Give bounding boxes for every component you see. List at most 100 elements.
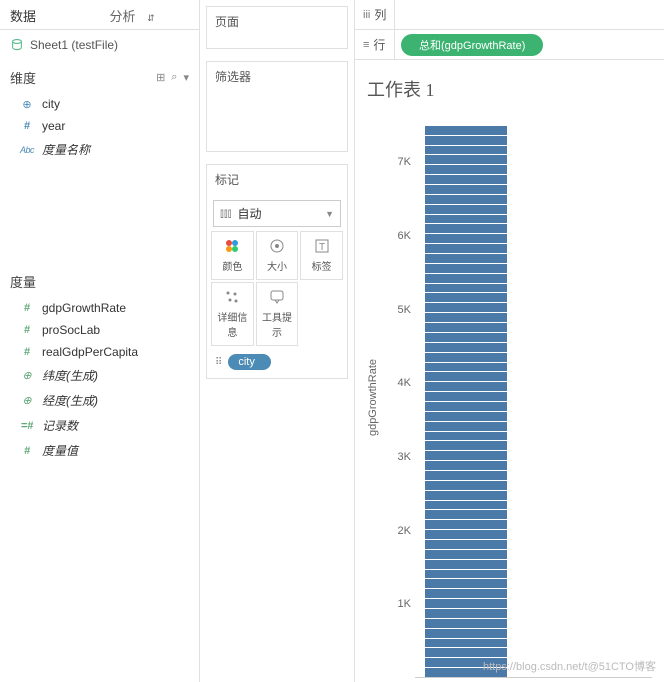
rows-shelf[interactable]: ≡行 总和(gdpGrowthRate) [355, 30, 664, 60]
bar-segment[interactable] [425, 283, 507, 293]
bar-segment[interactable] [425, 371, 507, 381]
marks-card: 标记 ⫾⫾⫾ 自动 ▼ 颜色 大小 [206, 164, 348, 379]
bar-segment[interactable] [425, 381, 507, 391]
measure-field[interactable]: ⊕经度(生成) [0, 388, 199, 413]
pages-card: 页面 [206, 6, 348, 49]
bar-segment[interactable] [425, 154, 507, 164]
bar-segment[interactable] [425, 273, 507, 283]
mark-detail-button[interactable]: 详细信息 [211, 282, 254, 346]
bar-segment[interactable] [425, 391, 507, 401]
y-tick: 2K [398, 525, 411, 537]
measure-field[interactable]: #gdpGrowthRate [0, 297, 199, 319]
bar-segment[interactable] [425, 569, 507, 579]
bar-segment[interactable] [425, 519, 507, 529]
bar-segment[interactable] [425, 588, 507, 598]
dimensions-header: 维度 ⊞ ⌕ ▾ [0, 60, 199, 91]
bar-segment[interactable] [425, 135, 507, 145]
bar-segment[interactable] [425, 332, 507, 342]
measure-field[interactable]: =#记录数 [0, 413, 199, 438]
bar-segment[interactable] [425, 194, 507, 204]
bar-segment[interactable] [425, 450, 507, 460]
columns-shelf[interactable]: iii列 [355, 0, 664, 30]
bar-segment[interactable] [425, 549, 507, 559]
y-tick: 5K [398, 304, 411, 316]
bar-segment[interactable] [425, 421, 507, 431]
bar-segment[interactable] [425, 470, 507, 480]
dimension-field[interactable]: ⊕city [0, 93, 199, 115]
measure-field[interactable]: ⊕纬度(生成) [0, 363, 199, 388]
dimension-field[interactable]: Abc度量名称 [0, 137, 199, 162]
bar-segment[interactable] [425, 263, 507, 273]
y-tick: 4K [398, 377, 411, 389]
bar-segment[interactable] [425, 647, 507, 657]
rows-pill[interactable]: 总和(gdpGrowthRate) [401, 34, 543, 56]
datasource-item[interactable]: Sheet1 (testFile) [0, 30, 199, 60]
measure-field[interactable]: #度量值 [0, 438, 199, 463]
y-axis: 1K2K3K4K5K6K7K [385, 118, 415, 678]
measure-field[interactable]: #proSocLab [0, 319, 199, 341]
bar-segment[interactable] [425, 598, 507, 608]
datasource-icon [10, 38, 24, 52]
mark-tooltip-button[interactable]: 工具提示 [256, 282, 299, 346]
mark-color-button[interactable]: 颜色 [211, 231, 254, 280]
dimension-field[interactable]: #year [0, 115, 199, 137]
bar-segment[interactable] [425, 223, 507, 233]
bar-segment[interactable] [425, 204, 507, 214]
tab-data[interactable]: 数据 [0, 0, 100, 29]
marks-color-pill[interactable]: ⠿ city [211, 350, 343, 374]
bar-segment[interactable] [425, 184, 507, 194]
columns-icon: iii [363, 9, 370, 21]
bar-segment[interactable] [425, 302, 507, 312]
mark-type-select[interactable]: ⫾⫾⫾ 自动 ▼ [213, 200, 341, 227]
menu-icon[interactable]: ▾ [183, 71, 189, 84]
bar-segment[interactable] [425, 539, 507, 549]
measure-field[interactable]: #realGdpPerCapita [0, 341, 199, 363]
search-icon[interactable]: ⌕ [171, 71, 177, 84]
bar-segment[interactable] [425, 628, 507, 638]
bar-segment[interactable] [425, 490, 507, 500]
bar-icon: ⫾⫾⫾ [220, 206, 232, 221]
tab-analysis[interactable]: 分析 ⇵ [100, 0, 200, 29]
chevron-down-icon: ▼ [325, 209, 334, 219]
bar-segment[interactable] [425, 559, 507, 569]
bar-segment[interactable] [425, 342, 507, 352]
mark-label-button[interactable]: T 标签 [300, 231, 343, 280]
bar-segment[interactable] [425, 460, 507, 470]
bar-segment[interactable] [425, 638, 507, 648]
bar-segment[interactable] [425, 578, 507, 588]
bar-segment[interactable] [425, 362, 507, 372]
y-tick: 6K [398, 230, 411, 242]
view-icon[interactable]: ⊞ [156, 71, 165, 84]
bar-segment[interactable] [425, 322, 507, 332]
bar-segment[interactable] [425, 243, 507, 253]
bar-segment[interactable] [425, 401, 507, 411]
bar-segment[interactable] [425, 312, 507, 322]
y-tick: 1K [398, 598, 411, 610]
bar-segment[interactable] [425, 411, 507, 421]
bar-segment[interactable] [425, 292, 507, 302]
detail-icon: ⠿ [215, 357, 222, 368]
bar-segment[interactable] [425, 125, 507, 135]
bar-segment[interactable] [425, 431, 507, 441]
bar-segment[interactable] [425, 529, 507, 539]
y-axis-label: gdpGrowthRate [367, 359, 379, 436]
data-analysis-tabs: 数据 分析 ⇵ [0, 0, 199, 30]
bar-segment[interactable] [425, 352, 507, 362]
bar-segment[interactable] [425, 440, 507, 450]
sheet-title: 工作表 1 [367, 76, 652, 102]
bar-segment[interactable] [425, 145, 507, 155]
bar-segment[interactable] [425, 618, 507, 628]
bar-segment[interactable] [425, 164, 507, 174]
bar-segment[interactable] [425, 253, 507, 263]
mark-size-button[interactable]: 大小 [256, 231, 299, 280]
chart-plot [415, 118, 652, 678]
bar-segment[interactable] [425, 509, 507, 519]
bar-segment[interactable] [425, 174, 507, 184]
bar-segment[interactable] [425, 214, 507, 224]
bar-segment[interactable] [425, 233, 507, 243]
stacked-bar[interactable] [425, 124, 507, 677]
bar-segment[interactable] [425, 500, 507, 510]
y-tick: 3K [398, 451, 411, 463]
bar-segment[interactable] [425, 608, 507, 618]
bar-segment[interactable] [425, 480, 507, 490]
